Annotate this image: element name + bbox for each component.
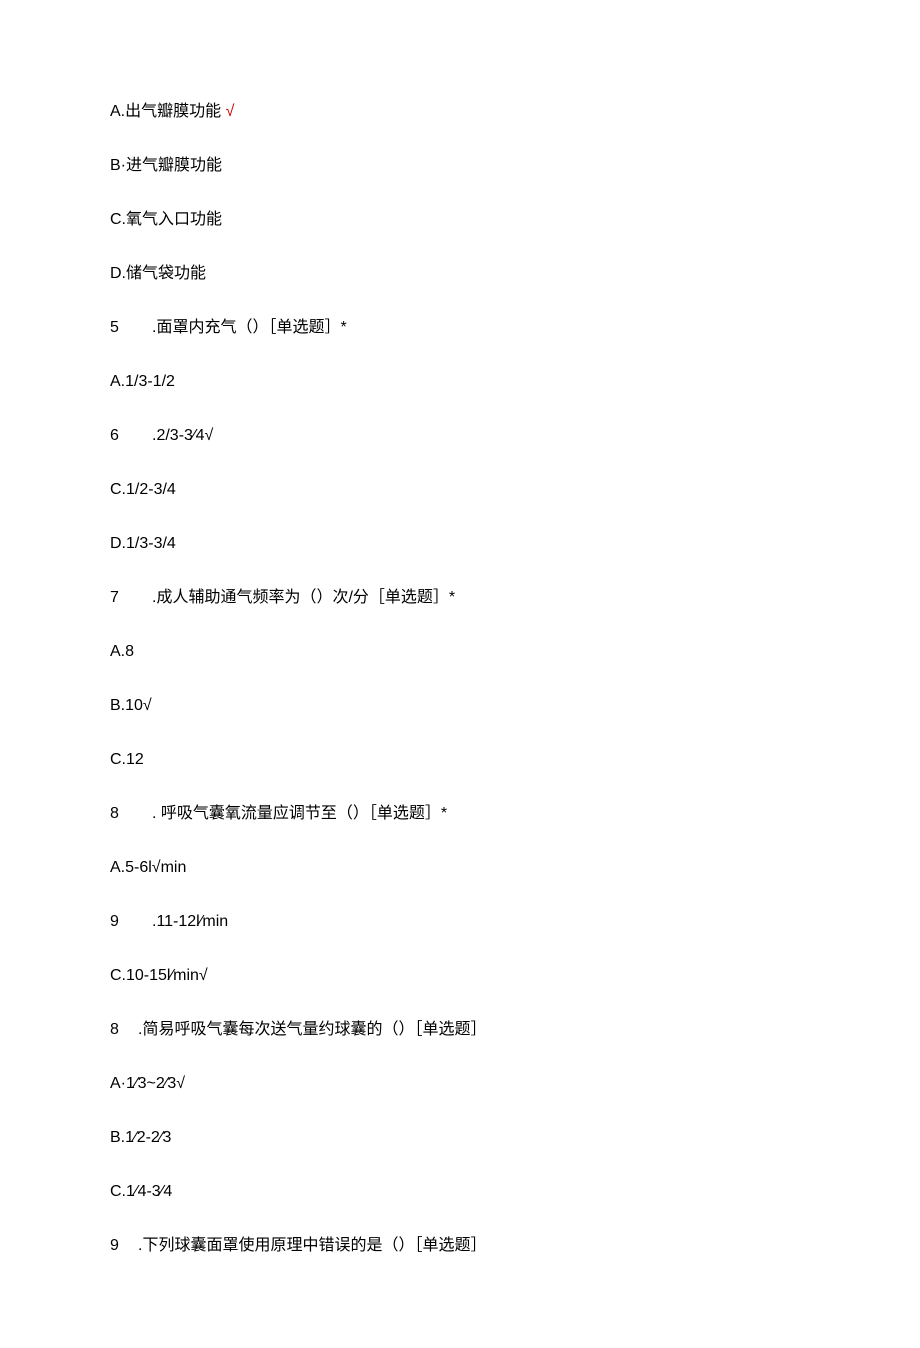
option-text: A.8 [110,643,134,660]
text-line: A·1⁄3~2⁄3√ [110,1072,810,1096]
option-text: C.1⁄4-3⁄4 [110,1183,172,1200]
option-text: A·1⁄3~2⁄3√ [110,1075,185,1092]
question-number: 6 [110,424,124,448]
question-number: 5 [110,316,124,340]
text-line: D.1/3-3/4 [110,532,810,556]
text-line: B.10√ [110,694,810,718]
text-line: C.1⁄4-3⁄4 [110,1180,810,1204]
question-number: 7 [110,586,124,610]
text-line: C.氧气入口功能 [110,208,810,232]
option-text: C.1/2-3/4 [110,481,176,498]
question-number: 8 [110,802,124,826]
text-line: 7 .成人辅助通气频率为（）次/分［单选题］* [110,586,810,610]
text-line: B·进气瓣膜功能 [110,154,810,178]
text-line: 6 .2/3-3⁄4√ [110,424,810,448]
option-text: B.1⁄2-2⁄3 [110,1129,171,1146]
question-number: 9 [110,1234,124,1258]
option-text: A.1/3-1/2 [110,373,175,390]
option-text: D.1/3-3/4 [110,535,176,552]
text-line: D.储气袋功能 [110,262,810,286]
text-line: A.5-6l√min [110,856,810,880]
text-line: 8 . 呼吸气囊氧流量应调节至（）［单选题］* [110,802,810,826]
option-text: B·进气瓣膜功能 [110,157,222,174]
option-text: A.5-6l√min [110,859,186,876]
question-text: .2/3-3⁄4√ [152,427,213,444]
text-line: 8 .简易呼吸气囊每次送气量约球囊的（）［单选题］ [110,1018,810,1042]
text-line: C.12 [110,748,810,772]
text-line: C.1/2-3/4 [110,478,810,502]
question-number: 8 [110,1018,124,1042]
question-text: . 呼吸气囊氧流量应调节至（）［单选题］* [152,805,447,822]
text-line: A.出气瓣膜功能 √ [110,100,810,124]
text-line: A.8 [110,640,810,664]
question-text: .简易呼吸气囊每次送气量约球囊的（）［单选题］ [138,1021,486,1038]
text-line: B.1⁄2-2⁄3 [110,1126,810,1150]
text-line: 9 .11-12l⁄min [110,910,810,934]
question-text: .面罩内充气（）［单选题］* [152,319,347,336]
text-line: 5 .面罩内充气（）［单选题］* [110,316,810,340]
question-text: .下列球囊面罩使用原理中错误的是（）［单选题］ [138,1237,486,1254]
question-text: .成人辅助通气频率为（）次/分［单选题］* [152,589,455,606]
option-text: D.储气袋功能 [110,265,206,282]
text-line: C.10-15l⁄min√ [110,964,810,988]
option-text: C.12 [110,751,144,768]
text-line: 9 .下列球囊面罩使用原理中错误的是（）［单选题］ [110,1234,810,1258]
option-text: C.10-15l⁄min√ [110,967,208,984]
option-text: B.10√ [110,697,152,714]
check-icon: √ [226,103,235,120]
question-text: .11-12l⁄min [152,913,228,930]
text-line: A.1/3-1/2 [110,370,810,394]
question-number: 9 [110,910,124,934]
option-text: A.出气瓣膜功能 [110,103,226,120]
option-text: C.氧气入口功能 [110,211,222,228]
